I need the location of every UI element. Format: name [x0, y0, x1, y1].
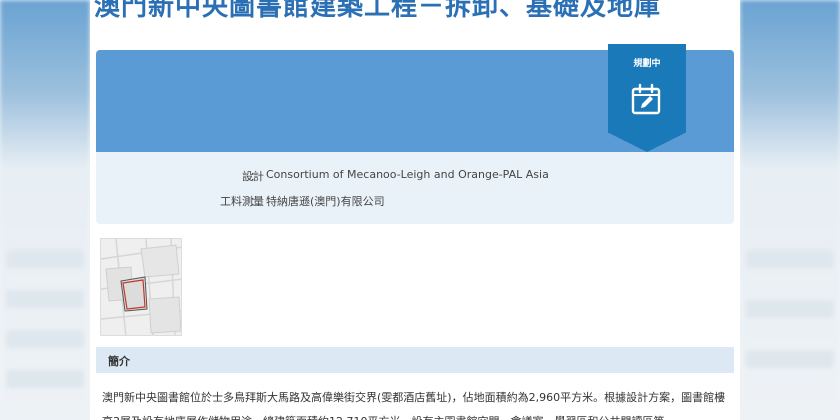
detail-value: 特納唐遜(澳門)有限公司 [266, 195, 385, 208]
status-label: 規劃中 [633, 59, 661, 69]
calendar-edit-icon [631, 83, 661, 115]
left-blurred-background [0, 0, 90, 420]
project-card: 規劃中 設計 ： Consortium of Mecanoo-Leigh and… [96, 44, 734, 224]
intro-text: 澳門新中央圖書館位於士多鳥拜斯大馬路及高偉樂街交界(雯都酒店舊址)，佔地面積約為… [102, 386, 732, 420]
right-blurred-background [740, 0, 840, 420]
status-ribbon: 規劃中 [608, 44, 686, 152]
site-map-thumbnail[interactable] [100, 238, 182, 336]
intro-line: 澳門新中央圖書館位於士多鳥拜斯大馬路及高偉樂街交界(雯都酒店舊址)，佔地面積約為… [102, 391, 726, 404]
detail-separator: ： [250, 170, 261, 183]
detail-value: Consortium of Mecanoo-Leigh and Orange-P… [266, 168, 549, 181]
intro-section-header: 簡介 [96, 347, 734, 373]
detail-separator: ： [250, 195, 261, 208]
page-title: 澳門新中央圖書館建築工程－拆卸、基礎及地庫 [94, 0, 662, 22]
main-content: 澳門新中央圖書館建築工程－拆卸、基礎及地庫 規劃中 設計 ： Consortiu… [90, 0, 740, 420]
section-title: 簡介 [108, 355, 130, 368]
site-map-image [101, 239, 181, 335]
intro-line: 高3層及設有地庫層作儲物用途，總建築面積約12,710平方米，設有主圖書館空間、… [102, 410, 732, 420]
